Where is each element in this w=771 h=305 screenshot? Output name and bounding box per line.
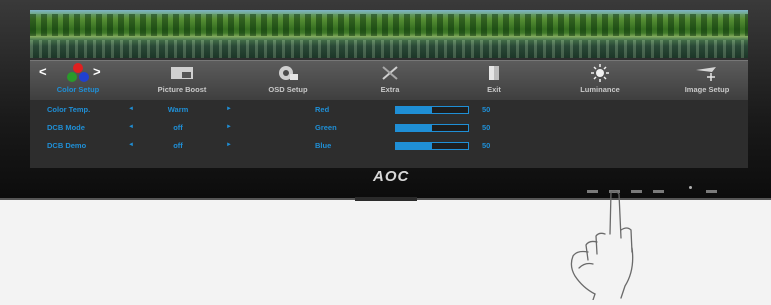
setting-label: Color Temp. bbox=[47, 105, 91, 114]
slider-fill bbox=[396, 125, 432, 131]
setting-row-dcb-demo[interactable]: DCB Demo ◄ off ► Blue 50 bbox=[30, 141, 748, 155]
tab-label: Exit bbox=[487, 85, 501, 94]
setting-value: Warm bbox=[167, 105, 189, 114]
tab-label: Extra bbox=[380, 85, 400, 94]
rgb-dots-icon bbox=[65, 61, 91, 85]
setting-value: off bbox=[173, 123, 183, 132]
increase-arrow[interactable]: ► bbox=[226, 142, 232, 148]
pointing-hand-icon bbox=[555, 190, 665, 305]
blue-level-slider[interactable] bbox=[395, 142, 469, 150]
tab-label: Color Setup bbox=[56, 85, 100, 94]
decrease-arrow[interactable]: ◄ bbox=[128, 124, 134, 130]
slider-fill bbox=[396, 143, 432, 149]
setting-label: DCB Mode bbox=[47, 123, 85, 132]
wallpaper-trees bbox=[30, 14, 748, 36]
tab-label: Luminance bbox=[580, 85, 620, 94]
osd-setup-icon bbox=[276, 61, 300, 85]
tab-luminance[interactable]: Luminance bbox=[565, 61, 635, 101]
increase-arrow[interactable]: ► bbox=[226, 124, 232, 130]
tab-label: Picture Boost bbox=[157, 85, 207, 94]
slider-fill bbox=[396, 107, 432, 113]
power-led-icon bbox=[689, 186, 692, 189]
tab-osd-setup[interactable]: OSD Setup bbox=[248, 61, 328, 101]
tab-extra[interactable]: Extra bbox=[360, 61, 420, 101]
exit-door-icon bbox=[486, 61, 502, 85]
wallpaper-water-reflection bbox=[30, 40, 748, 58]
blue-level-value: 50 bbox=[482, 141, 491, 150]
tab-color-setup[interactable]: Color Setup bbox=[48, 61, 108, 101]
picture-boost-icon bbox=[170, 61, 194, 85]
setting-value: off bbox=[173, 141, 183, 150]
tab-picture-boost[interactable]: Picture Boost bbox=[142, 61, 222, 101]
aoc-logo: AOC bbox=[373, 168, 410, 185]
red-level-slider[interactable] bbox=[395, 106, 469, 114]
setting-row-color-temp[interactable]: Color Temp. ◄ Warm ► Red 50 bbox=[30, 105, 748, 119]
tab-exit[interactable]: Exit bbox=[464, 61, 524, 101]
power-button[interactable] bbox=[706, 190, 717, 193]
prev-menu-arrow[interactable]: < bbox=[39, 64, 47, 79]
osd-menu-tabs: < > Color Setup Picture Boost OSD Setup … bbox=[30, 60, 748, 101]
decrease-arrow[interactable]: ◄ bbox=[128, 106, 134, 112]
channel-label-red: Red bbox=[315, 105, 330, 114]
channel-label-green: Green bbox=[315, 123, 337, 132]
decrease-arrow[interactable]: ◄ bbox=[128, 142, 134, 148]
monitor-screen: < > Color Setup Picture Boost OSD Setup … bbox=[30, 10, 748, 168]
channel-label-blue: Blue bbox=[315, 141, 332, 150]
green-level-slider[interactable] bbox=[395, 124, 469, 132]
tab-label: Image Setup bbox=[684, 85, 730, 94]
tab-label: OSD Setup bbox=[268, 85, 308, 94]
wallpaper-landscape bbox=[30, 10, 748, 58]
image-setup-icon bbox=[694, 61, 720, 85]
red-level-value: 50 bbox=[482, 105, 491, 114]
color-setup-panel: Color Temp. ◄ Warm ► Red 50 DCB Mode ◄ o… bbox=[30, 100, 748, 168]
monitor-bezel: < > Color Setup Picture Boost OSD Setup … bbox=[0, 0, 771, 200]
extra-tools-icon bbox=[380, 61, 400, 85]
setting-row-dcb-mode[interactable]: DCB Mode ◄ off ► Green 50 bbox=[30, 123, 748, 137]
setting-label: DCB Demo bbox=[47, 141, 87, 150]
increase-arrow[interactable]: ► bbox=[226, 106, 232, 112]
monitor-stand-neck bbox=[355, 197, 417, 201]
tab-image-setup[interactable]: Image Setup bbox=[670, 61, 744, 101]
green-level-value: 50 bbox=[482, 123, 491, 132]
luminance-sun-icon bbox=[590, 61, 610, 85]
